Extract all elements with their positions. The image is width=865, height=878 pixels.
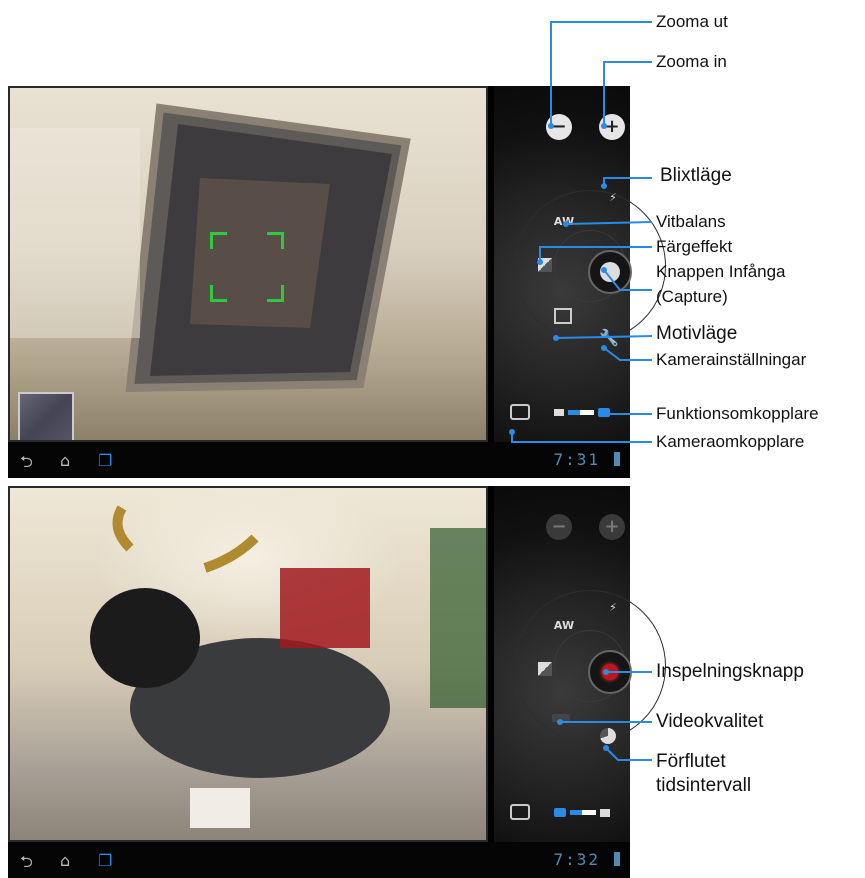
callout-time-lapse-line2: tidsintervall <box>656 775 752 796</box>
callout-scene-mode: Motivläge <box>656 323 738 344</box>
callout-camera-settings: Kamerainställningar <box>656 350 807 369</box>
callout-time-lapse-line1: Förflutet <box>656 751 726 772</box>
callout-capture-line2: (Capture) <box>656 287 728 306</box>
callout-function-switch: Funktionsomkopplare <box>656 404 819 423</box>
callout-camera-switch: Kameraomkopplare <box>656 432 805 451</box>
callout-record-button: Inspelningsknapp <box>656 661 804 682</box>
callout-zoom-out: Zooma ut <box>656 12 728 31</box>
callout-video-quality: Videokvalitet <box>656 711 764 732</box>
callout-zoom-in: Zooma in <box>656 52 727 71</box>
callout-capture-line1: Knappen Infånga <box>656 262 786 281</box>
callout-white-balance: Vitbalans <box>656 212 726 231</box>
callout-flash-mode: Blixtläge <box>660 165 732 186</box>
callout-color-effect: Färgeffekt <box>656 237 733 256</box>
